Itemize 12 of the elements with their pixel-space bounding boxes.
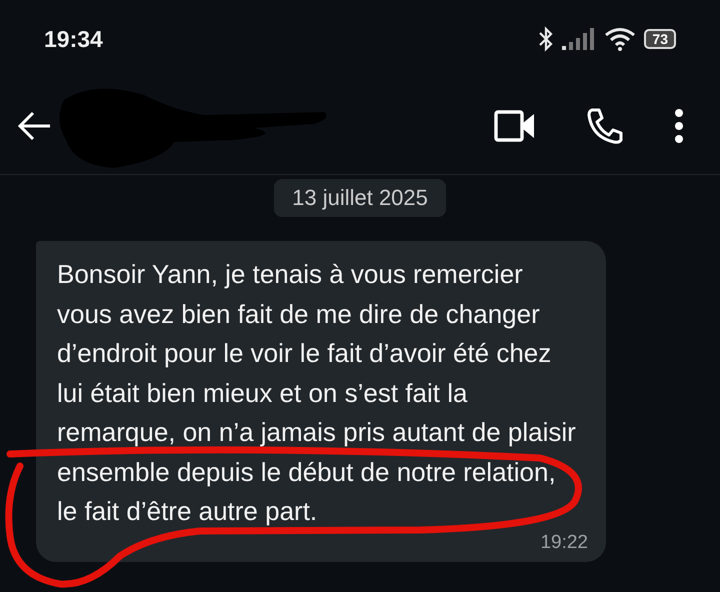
battery-indicator: 73 [644,29,676,49]
date-chip: 13 juillet 2025 [274,179,446,217]
phone-icon[interactable] [586,107,624,145]
back-arrow-icon[interactable] [18,111,52,141]
message-time: 19:22 [540,532,588,554]
signal-icon [562,28,596,50]
video-call-icon[interactable] [494,109,536,143]
wifi-icon [604,27,636,51]
more-options-icon[interactable] [674,108,684,144]
status-time: 19:34 [44,26,103,52]
message-text: Bonsoir Yann, je tenais à vous remercier vous avez bien fait de me dire de changer d’endroit pour le voir le fait d’avoir été chez lui était bien mieux et on s’est fait la remarque, on n’a jamais pris autant de plaisir ensemble depuis le début de notre relation, le fait d’être autre part. [57,258,577,528]
bluetooth-icon [538,26,554,52]
